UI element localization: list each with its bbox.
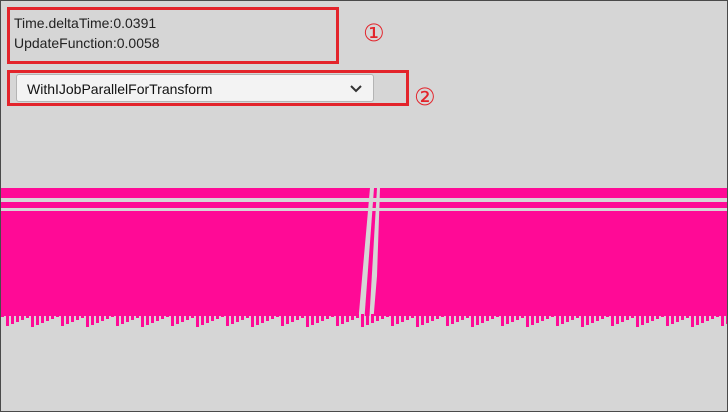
game-view: Time.deltaTime:0.0391 UpdateFunction:0.0… — [0, 0, 728, 412]
highlight-box-2 — [7, 70, 409, 106]
rendered-objects-band — [1, 188, 727, 327]
highlight-box-1 — [7, 7, 339, 64]
annotation-marker-2: ② — [414, 83, 436, 111]
annotation-marker-1: ① — [363, 19, 385, 47]
